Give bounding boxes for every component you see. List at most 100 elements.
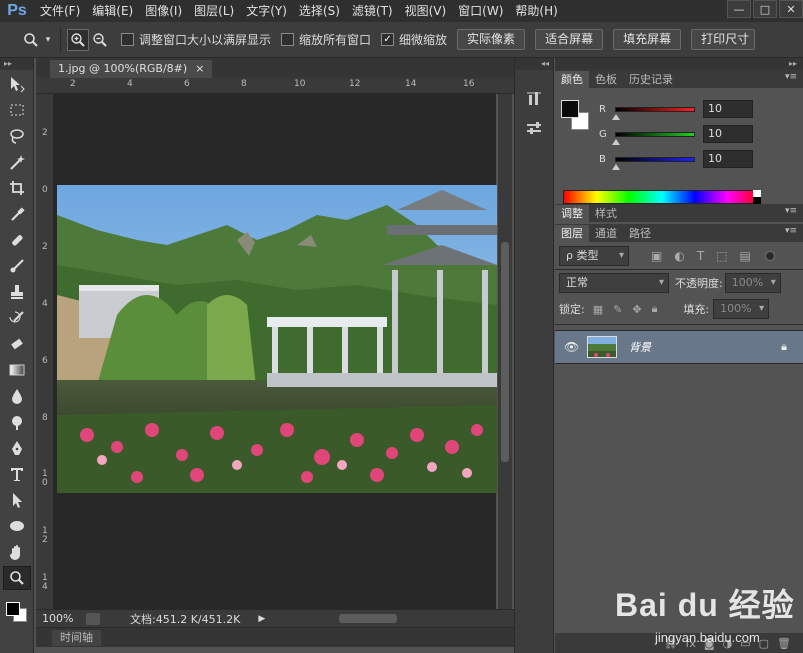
adjustment-layer-icon[interactable]: ◑ xyxy=(723,637,733,650)
blue-value-input[interactable]: 10 xyxy=(703,150,753,168)
slider-knob[interactable] xyxy=(612,138,620,145)
tab-swatches[interactable]: 色板 xyxy=(589,71,623,88)
path-selection-tool-icon[interactable] xyxy=(3,488,31,512)
close-button[interactable]: ✕ xyxy=(779,0,803,18)
menu-help[interactable]: 帮助(H) xyxy=(509,0,563,22)
tab-channels[interactable]: 通道 xyxy=(589,225,623,242)
scroll-thumb[interactable] xyxy=(339,613,398,623)
blur-tool-icon[interactable] xyxy=(3,384,31,408)
new-group-icon[interactable]: ▭ xyxy=(740,637,750,650)
new-layer-icon[interactable]: ▢ xyxy=(759,637,769,650)
menu-image[interactable]: 图像(I) xyxy=(139,0,188,22)
close-tab-icon[interactable]: × xyxy=(195,60,204,78)
status-arrow-icon[interactable]: ▶ xyxy=(258,614,265,624)
menu-type[interactable]: 文字(Y) xyxy=(240,0,293,22)
menu-file[interactable]: 文件(F) xyxy=(34,0,86,22)
fill-input[interactable]: 100% xyxy=(713,299,770,319)
clone-stamp-tool-icon[interactable] xyxy=(3,280,31,304)
move-tool-icon[interactable] xyxy=(3,72,31,96)
foreground-color-swatch[interactable] xyxy=(6,602,20,616)
type-filter-icon[interactable]: T xyxy=(697,249,704,263)
zoom-tool-preset-icon[interactable] xyxy=(20,29,42,51)
panel-menu-icon[interactable]: ▾≡ xyxy=(785,226,797,236)
foreground-background-swatches[interactable] xyxy=(2,596,32,622)
lock-transparent-icon[interactable]: ▦ xyxy=(593,303,603,316)
shape-filter-icon[interactable]: ⬚ xyxy=(716,249,727,263)
slider-knob[interactable] xyxy=(612,113,620,120)
checkbox-box-checked[interactable]: ✓ xyxy=(381,33,395,46)
collapse-icon[interactable]: ▸▸ xyxy=(555,58,803,70)
tab-history[interactable]: 历史记录 xyxy=(623,71,679,88)
history-brush-tool-icon[interactable] xyxy=(3,306,31,330)
menu-window[interactable]: 窗口(W) xyxy=(452,0,509,22)
menu-layer[interactable]: 图层(L) xyxy=(188,0,240,22)
menu-edit[interactable]: 编辑(E) xyxy=(86,0,139,22)
lasso-tool-icon[interactable] xyxy=(3,124,31,148)
minimize-button[interactable]: — xyxy=(727,0,751,18)
lock-image-icon[interactable]: ✎ xyxy=(613,303,622,316)
menu-filter[interactable]: 滤镜(T) xyxy=(346,0,399,22)
status-menu-icon[interactable] xyxy=(86,612,100,625)
lock-all-icon[interactable]: 🔒︎ xyxy=(652,302,658,316)
preset-dropdown-icon[interactable]: ▾ xyxy=(42,29,54,51)
vertical-scrollbar[interactable] xyxy=(498,94,512,609)
healing-brush-tool-icon[interactable] xyxy=(3,228,31,252)
tab-color[interactable]: 颜色 xyxy=(555,71,589,88)
add-mask-icon[interactable]: ◙ xyxy=(704,637,715,650)
opacity-input[interactable]: 100% xyxy=(724,273,781,293)
checkbox-box[interactable] xyxy=(121,33,134,46)
layer-kind-filter[interactable]: ρ 类型 xyxy=(559,246,629,266)
tab-paths[interactable]: 路径 xyxy=(623,225,657,242)
brush-tool-icon[interactable] xyxy=(3,254,31,278)
zoom-all-windows-checkbox[interactable]: 缩放所有窗口 xyxy=(281,31,371,48)
hand-tool-icon[interactable] xyxy=(3,540,31,564)
green-slider[interactable] xyxy=(612,131,695,145)
panel-menu-icon[interactable]: ▾≡ xyxy=(785,72,797,82)
foreground-color-swatch[interactable] xyxy=(561,100,579,118)
actual-pixels-button[interactable]: 实际像素 xyxy=(457,29,526,50)
delete-layer-icon[interactable]: 🗑︎ xyxy=(777,637,791,650)
history-panel-icon[interactable] xyxy=(522,86,546,110)
type-tool-icon[interactable] xyxy=(3,462,31,486)
slider-knob[interactable] xyxy=(612,163,620,170)
zoom-tool-icon[interactable] xyxy=(3,566,31,590)
smart-object-filter-icon[interactable]: ▤ xyxy=(740,249,751,263)
scroll-thumb[interactable] xyxy=(501,242,509,462)
black-white-ramp[interactable] xyxy=(753,190,761,204)
timeline-tab[interactable]: 时间轴 xyxy=(52,629,101,646)
properties-panel-icon[interactable] xyxy=(522,116,546,140)
pen-tool-icon[interactable] xyxy=(3,436,31,460)
pixel-filter-icon[interactable]: ▣ xyxy=(651,249,662,263)
menu-select[interactable]: 选择(S) xyxy=(293,0,346,22)
zoom-level[interactable]: 100% xyxy=(42,612,86,625)
fx-icon[interactable]: fx xyxy=(686,637,696,650)
blend-mode-select[interactable]: 正常 xyxy=(559,273,669,293)
magic-wand-tool-icon[interactable] xyxy=(3,150,31,174)
eyedropper-tool-icon[interactable] xyxy=(3,202,31,226)
panel-menu-icon[interactable]: ▾≡ xyxy=(785,206,797,216)
document-image[interactable] xyxy=(57,185,497,493)
dodge-tool-icon[interactable] xyxy=(3,410,31,434)
crop-tool-icon[interactable] xyxy=(3,176,31,200)
eraser-tool-icon[interactable] xyxy=(3,332,31,356)
print-size-button[interactable]: 打印尺寸 xyxy=(691,29,756,50)
adjustment-filter-icon[interactable]: ◐ xyxy=(674,249,684,263)
green-value-input[interactable]: 10 xyxy=(703,125,753,143)
document-tab[interactable]: 1.jpg @ 100%(RGB/8#) × xyxy=(50,60,213,78)
lock-position-icon[interactable]: ✥ xyxy=(632,303,641,316)
maximize-button[interactable]: □ xyxy=(753,0,777,18)
tab-adjustments[interactable]: 调整 xyxy=(555,205,589,222)
visibility-eye-icon[interactable]: 👁︎ xyxy=(564,340,579,354)
scrubby-zoom-checkbox[interactable]: ✓ 细微缩放 xyxy=(381,31,447,48)
red-value-input[interactable]: 10 xyxy=(703,100,753,118)
link-layers-icon[interactable]: ⛓ xyxy=(664,637,678,650)
horizontal-scrollbar[interactable] xyxy=(269,610,469,628)
zoom-out-icon[interactable] xyxy=(89,29,111,51)
tab-styles[interactable]: 样式 xyxy=(589,205,623,222)
menu-view[interactable]: 视图(V) xyxy=(399,0,453,22)
tab-layers[interactable]: 图层 xyxy=(555,225,589,242)
checkbox-box[interactable] xyxy=(281,33,295,46)
layer-row[interactable]: 👁︎ 背景 🔒︎ xyxy=(555,330,803,364)
color-swatch-pair[interactable] xyxy=(561,100,591,130)
zoom-in-icon[interactable] xyxy=(67,28,89,51)
